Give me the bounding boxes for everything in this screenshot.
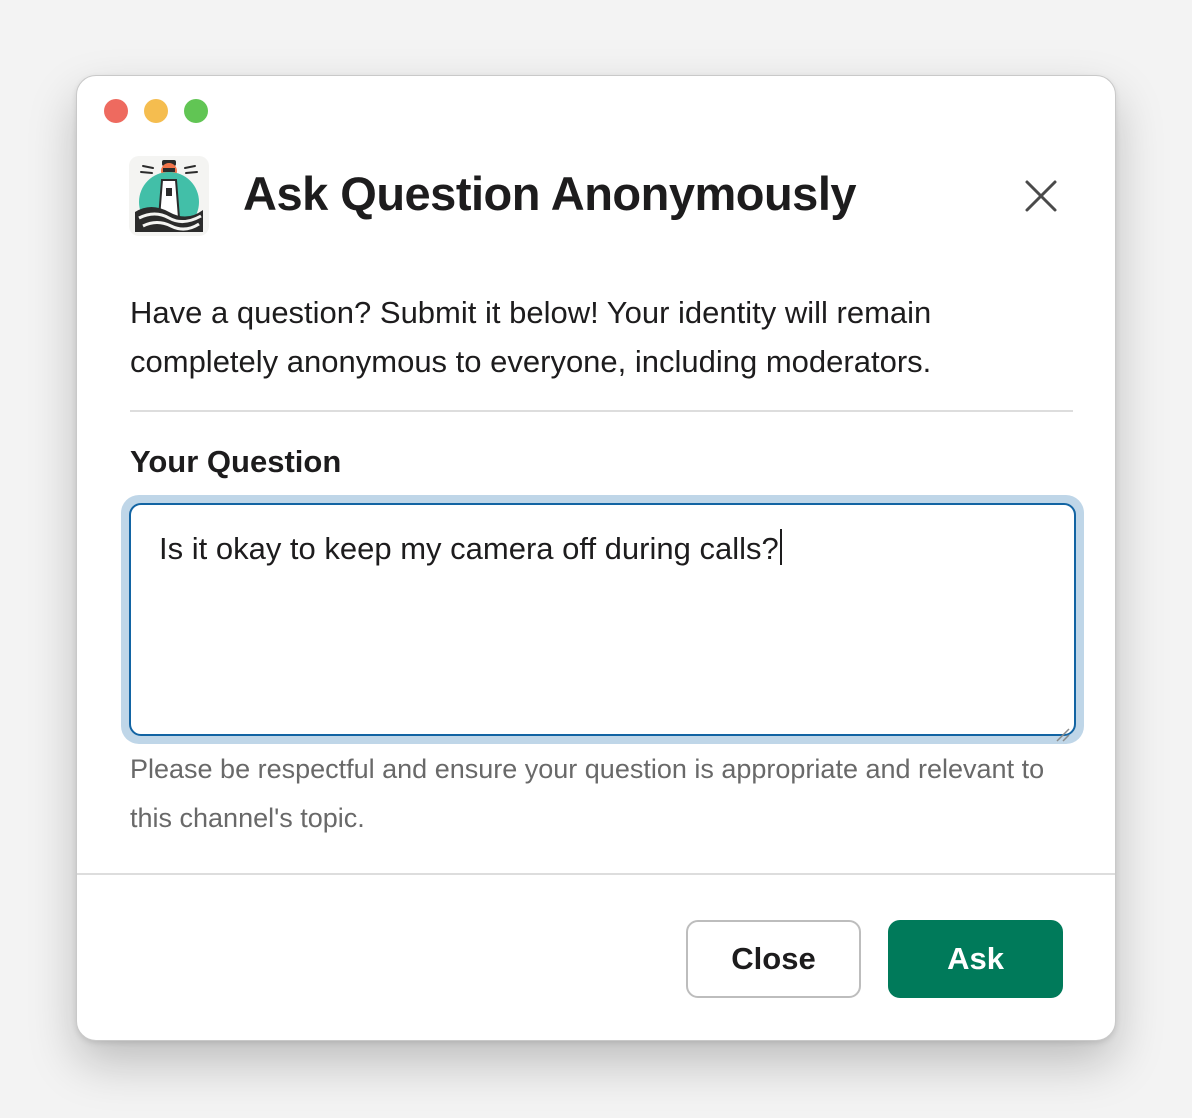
- window-zoom-dot[interactable]: [184, 99, 208, 123]
- question-focus-ring: Is it okay to keep my camera off during …: [121, 495, 1084, 744]
- close-icon[interactable]: [1021, 176, 1061, 216]
- text-caret: [779, 529, 782, 565]
- window-minimize-dot[interactable]: [144, 99, 168, 123]
- window-controls: [104, 99, 208, 123]
- footer-divider: [77, 873, 1115, 875]
- dialog-description: Have a question? Submit it below! Your i…: [130, 295, 932, 379]
- question-hint: Please be respectful and ensure your que…: [130, 754, 1045, 833]
- lighthouse-logo-icon: [129, 156, 209, 236]
- window-close-dot[interactable]: [104, 99, 128, 123]
- question-text: Is it okay to keep my camera off during …: [159, 531, 779, 566]
- modal-window: Ask Question Anonymously Have a question…: [76, 75, 1116, 1041]
- ask-button[interactable]: Ask: [888, 920, 1063, 998]
- dialog-title: Ask Question Anonymously: [243, 167, 857, 220]
- section-divider: [130, 410, 1073, 412]
- question-label: Your Question: [130, 444, 342, 479]
- question-textarea[interactable]: Is it okay to keep my camera off during …: [129, 503, 1076, 742]
- close-button[interactable]: Close: [686, 920, 861, 998]
- resize-handle-icon[interactable]: [1054, 714, 1070, 742]
